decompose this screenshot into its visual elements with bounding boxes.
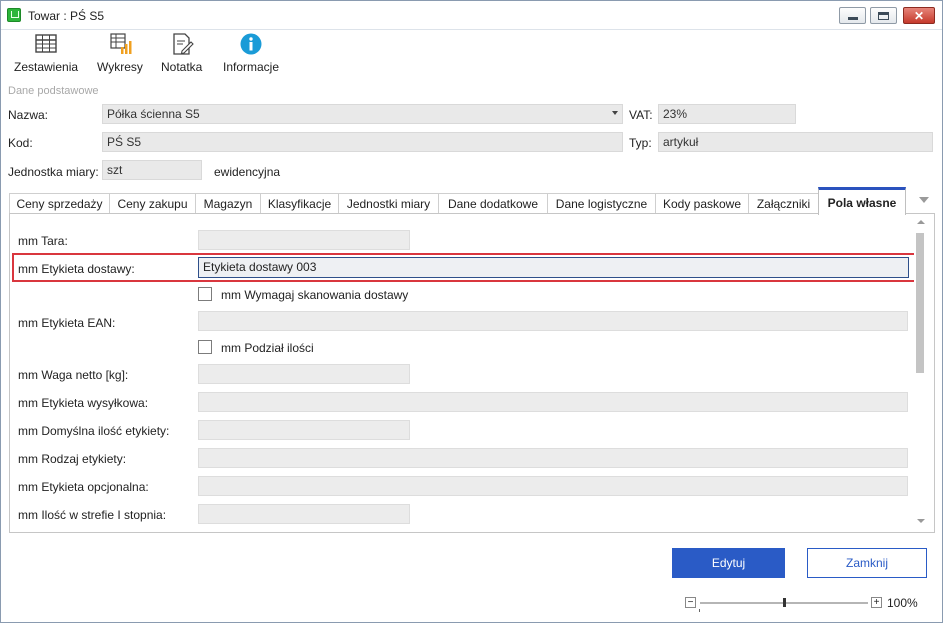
tab-jednostki-miary[interactable]: Jednostki miary — [338, 193, 439, 214]
scroll-thumb[interactable] — [916, 233, 924, 373]
ean-label: mm Etykieta EAN: — [18, 316, 116, 330]
wysylkowa-field[interactable] — [198, 392, 908, 412]
strefa-label: mm Ilość w strefie I stopnia: — [18, 508, 167, 522]
tab-strip: Ceny sprzedaży Ceny zakupu Magazyn Klasy… — [9, 187, 935, 215]
tab-zalaczniki[interactable]: Załączniki — [748, 193, 819, 214]
tab-dane-dodatkowe[interactable]: Dane dodatkowe — [438, 193, 548, 214]
title-bar: Towar : PŚ S5 ✕ — [1, 1, 942, 30]
toolbar-wykresy-button[interactable]: Wykresy — [97, 31, 143, 77]
name-combobox[interactable]: Półka ścienna S5 — [102, 104, 623, 124]
note-edit-icon — [173, 33, 194, 55]
edit-button[interactable]: Edytuj — [672, 548, 785, 578]
rodzaj-label: mm Rodzaj etykiety: — [18, 452, 127, 466]
toolbar: Zestawienia Wykresy Notatka Informacje — [1, 31, 942, 79]
vat-label: VAT: — [629, 108, 653, 122]
domyslna-label: mm Domyślna ilość etykiety: — [18, 424, 170, 438]
zoom-percent: 100% — [887, 596, 918, 610]
tab-magazyn[interactable]: Magazyn — [195, 193, 261, 214]
section-title: Dane podstawowe — [8, 85, 99, 97]
toolbar-label: Notatka — [161, 60, 203, 74]
unit-label: Jednostka miary: — [8, 165, 99, 179]
scroll-up-icon[interactable] — [917, 220, 925, 224]
waga-label: mm Waga netto [kg]: — [18, 368, 129, 382]
code-field[interactable]: PŚ S5 — [102, 132, 623, 152]
code-label: Kod: — [8, 136, 33, 150]
toolbar-informacje-button[interactable]: Informacje — [223, 31, 279, 77]
name-value: Półka ścienna S5 — [107, 107, 200, 121]
tab-ceny-sprzedazy[interactable]: Ceny sprzedaży — [9, 193, 110, 214]
tab-ceny-zakupu[interactable]: Ceny zakupu — [109, 193, 196, 214]
table-grid-icon — [35, 34, 57, 53]
toolbar-label: Informacje — [223, 60, 280, 74]
close-icon: ✕ — [913, 8, 925, 23]
window-title: Towar : PŚ S5 — [28, 9, 105, 23]
chevron-down-icon — [612, 111, 618, 115]
wymagaj-skanowania-label: mm Wymagaj skanowania dostawy — [221, 288, 409, 302]
custom-fields-panel: mm Tara: mm Etykieta dostawy: Etykieta d… — [9, 213, 935, 533]
type-field[interactable]: artykuł — [658, 132, 933, 152]
tab-kody-paskowe[interactable]: Kody paskowe — [655, 193, 749, 214]
toolbar-label: Zestawienia — [14, 60, 79, 74]
opcjonalna-label: mm Etykieta opcjonalna: — [18, 480, 149, 494]
info-icon — [240, 33, 262, 55]
strefa-field[interactable] — [198, 504, 410, 524]
toolbar-notatka-button[interactable]: Notatka — [161, 31, 202, 77]
zoom-control: − + 100% — [685, 596, 925, 612]
domyslna-field[interactable] — [198, 420, 410, 440]
zoom-in-button[interactable]: + — [871, 597, 882, 608]
tara-field[interactable] — [198, 230, 410, 250]
unit-type-label: ewidencyjna — [214, 165, 281, 179]
window: Towar : PŚ S5 ✕ Zestawienia Wykresy Nota… — [0, 0, 943, 623]
minimize-icon — [847, 16, 858, 20]
opcjonalna-field[interactable] — [198, 476, 908, 496]
zoom-out-button[interactable]: − — [685, 597, 696, 608]
zoom-slider-thumb[interactable] — [783, 598, 786, 607]
toolbar-label: Wykresy — [97, 60, 143, 74]
tab-pola-wlasne[interactable]: Pola własne — [818, 187, 906, 215]
podzial-ilosci-checkbox[interactable] — [198, 340, 212, 354]
name-label: Nazwa: — [8, 108, 49, 122]
app-home-icon — [7, 8, 21, 22]
wymagaj-skanowania-checkbox[interactable] — [198, 287, 212, 301]
etykieta-dostawy-label: mm Etykieta dostawy: — [18, 262, 135, 276]
waga-field[interactable] — [198, 364, 410, 384]
scroll-down-icon[interactable] — [917, 519, 925, 523]
vat-field[interactable]: 23% — [658, 104, 796, 124]
wysylkowa-label: mm Etykieta wysyłkowa: — [18, 396, 149, 410]
toolbar-zestawienia-button[interactable]: Zestawienia — [14, 31, 78, 77]
ean-field[interactable] — [198, 311, 908, 331]
maximize-button[interactable] — [870, 7, 897, 24]
rodzaj-field[interactable] — [198, 448, 908, 468]
close-button[interactable]: Zamknij — [807, 548, 927, 578]
zoom-tick — [699, 609, 700, 612]
tab-dane-logistyczne[interactable]: Dane logistyczne — [547, 193, 656, 214]
type-label: Typ: — [629, 136, 652, 150]
unit-field[interactable]: szt — [102, 160, 202, 180]
minimize-button[interactable] — [839, 7, 866, 24]
chart-icon — [110, 33, 132, 54]
close-window-button[interactable]: ✕ — [903, 7, 935, 24]
podzial-ilosci-label: mm Podział ilości — [221, 341, 314, 355]
etykieta-dostawy-field[interactable]: Etykieta dostawy 003 — [198, 257, 909, 278]
maximize-icon — [878, 11, 889, 20]
tara-label: mm Tara: — [18, 234, 68, 248]
tab-klasyfikacje[interactable]: Klasyfikacje — [260, 193, 339, 214]
tab-overflow-chevron-icon[interactable] — [919, 197, 929, 203]
panel-scrollbar[interactable] — [914, 214, 928, 532]
